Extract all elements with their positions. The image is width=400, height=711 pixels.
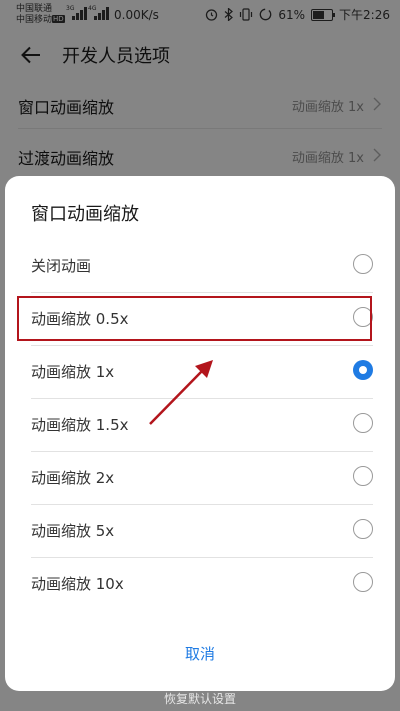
- option-animation-off[interactable]: 关闭动画: [31, 239, 373, 293]
- option-scale-10x[interactable]: 动画缩放 10x: [31, 557, 373, 610]
- radio-button[interactable]: [353, 572, 373, 592]
- dialog-title: 窗口动画缩放: [31, 204, 139, 225]
- annotation-highlight-box: [17, 296, 372, 341]
- restore-defaults-button[interactable]: 恢复默认设置: [0, 690, 400, 707]
- option-scale-1-5x[interactable]: 动画缩放 1.5x: [31, 398, 373, 452]
- radio-button[interactable]: [353, 254, 373, 274]
- radio-button[interactable]: [353, 413, 373, 433]
- radio-button[interactable]: [353, 360, 373, 380]
- option-label: 动画缩放 1x: [31, 363, 115, 381]
- option-label: 动画缩放 10x: [31, 575, 124, 593]
- option-scale-2x[interactable]: 动画缩放 2x: [31, 451, 373, 505]
- option-scale-5x[interactable]: 动画缩放 5x: [31, 504, 373, 558]
- radio-button[interactable]: [353, 519, 373, 539]
- animation-scale-dialog: 窗口动画缩放 关闭动画 动画缩放 0.5x 动画缩放 1x 动画缩放 1.5x …: [5, 176, 395, 691]
- option-label: 动画缩放 1.5x: [31, 416, 129, 434]
- option-label: 关闭动画: [31, 257, 92, 275]
- radio-button[interactable]: [353, 466, 373, 486]
- option-scale-1x[interactable]: 动画缩放 1x: [31, 345, 373, 399]
- cancel-button[interactable]: 取消: [5, 643, 395, 664]
- option-label: 动画缩放 2x: [31, 469, 115, 487]
- option-label: 动画缩放 5x: [31, 522, 115, 540]
